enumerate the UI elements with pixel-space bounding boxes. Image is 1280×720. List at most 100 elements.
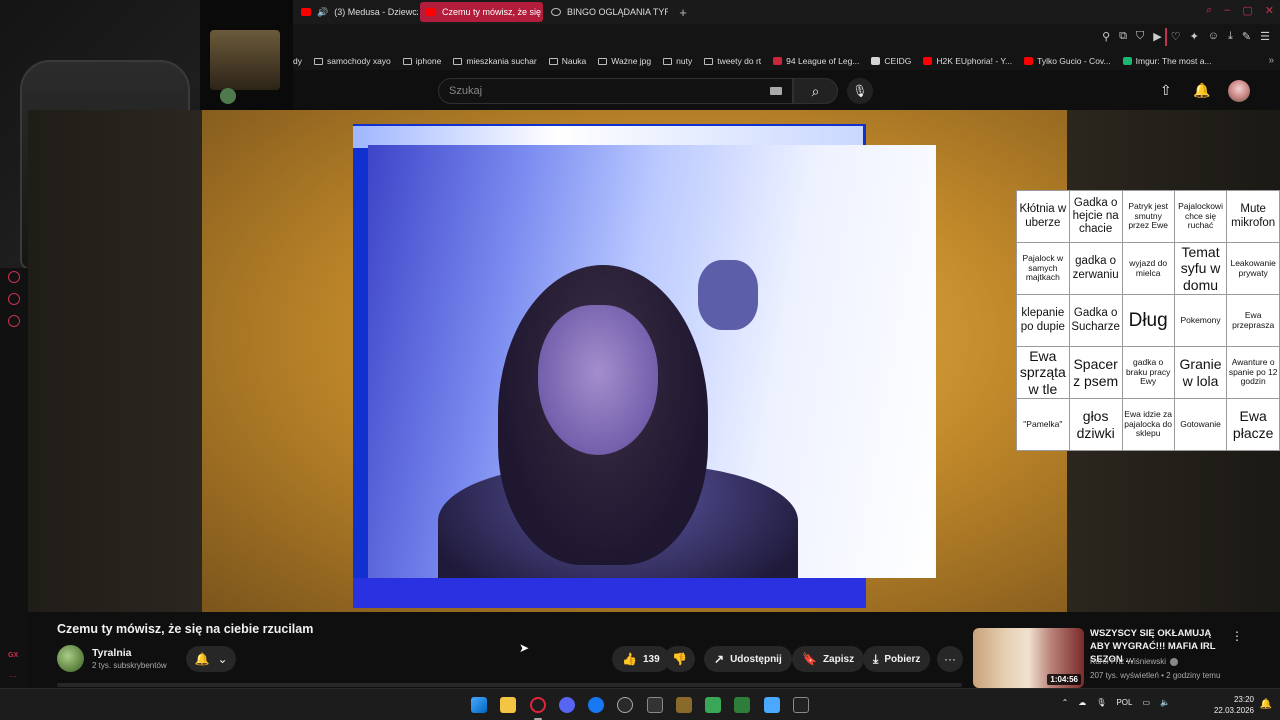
search-icon[interactable]: ⌕ (1206, 4, 1212, 17)
more-icon[interactable]: ··· (9, 672, 17, 681)
description-bar[interactable] (57, 683, 962, 687)
account-avatar[interactable] (1228, 80, 1250, 102)
notification-icon[interactable]: 🔔 (1260, 699, 1272, 710)
channel-avatar[interactable] (57, 645, 84, 672)
windows-start-icon[interactable] (471, 697, 487, 713)
download-button[interactable]: ⤓ Pobierz (863, 646, 931, 672)
bookmarks-overflow-icon[interactable]: » (1268, 55, 1274, 66)
file-explorer-icon[interactable] (500, 697, 516, 713)
bell-icon[interactable]: 🔔 (1193, 82, 1210, 99)
tab-medusa[interactable]: 🔊 (3) Medusa - Dziewcz (295, 2, 418, 22)
excel-icon[interactable] (734, 697, 750, 713)
bingo-cell: Temat syfu w domu (1173, 242, 1228, 295)
network-icon[interactable]: ▭ (1142, 698, 1150, 707)
extensions-icon[interactable]: ✦ (1190, 30, 1199, 43)
more-actions-button[interactable]: ··· (937, 646, 963, 672)
gx-label: GX (8, 652, 19, 659)
snapshot-icon[interactable]: ⧉ (1119, 30, 1127, 43)
heart-icon[interactable]: ♡ (1171, 30, 1181, 43)
voice-search-button[interactable]: 🎙 (847, 78, 873, 104)
subscription-bell-button[interactable]: 🔔 ⌄ (186, 646, 236, 672)
onedrive-icon[interactable]: ☁ (1078, 698, 1086, 707)
folder-icon (704, 57, 714, 65)
share-button[interactable]: ↗ Udostępnij (704, 646, 792, 672)
screen: 🔊 (3) Medusa - Dziewcz Czemu ty mówisz, … (0, 0, 1280, 720)
history-icon[interactable] (8, 271, 20, 283)
search-placeholder: Szukaj (449, 85, 483, 97)
maximize-icon[interactable]: ▢ (1242, 4, 1252, 17)
notepad-icon[interactable] (764, 697, 780, 713)
bookmark-item[interactable]: nuty (663, 56, 692, 66)
kebab-menu-icon[interactable]: ⋮ (1231, 629, 1243, 643)
epic-games-icon[interactable] (793, 697, 809, 713)
media-icon[interactable] (676, 697, 692, 713)
bingo-cell: Ewa idzie za pajalocka do sklepu (1121, 398, 1175, 451)
download-icon[interactable]: ⤓ (1228, 30, 1233, 43)
tab-label: Czemu ty mówisz, że się (442, 7, 542, 17)
bookmark-item[interactable]: Nauka (548, 56, 587, 66)
bookmark-label: Nauka (561, 56, 587, 66)
bookmark-item[interactable]: CEIDG (871, 56, 911, 66)
bookmark-item[interactable]: dy (293, 56, 302, 66)
clock[interactable]: 23:20 22.03.2026 (1214, 694, 1254, 716)
bookmark-item[interactable]: H2K EUphoria! - Y... (923, 56, 1012, 66)
menu-icon[interactable]: ☰ (1260, 30, 1270, 43)
bookmark-item[interactable]: 94 League of Leg... (773, 56, 859, 66)
bookmark-item[interactable]: samochody xayo (313, 56, 391, 66)
recommended-channel[interactable]: Karol Friz Wiśniewski (1090, 657, 1179, 666)
tab-current-video[interactable]: Czemu ty mówisz, że się (420, 2, 543, 22)
facebook-icon[interactable] (588, 697, 604, 713)
new-tab-button[interactable]: + (674, 3, 692, 21)
settings-icon[interactable] (8, 315, 20, 327)
folder-icon (663, 57, 673, 65)
close-icon[interactable]: ✕ (1265, 4, 1274, 17)
opera-gx-icon[interactable] (530, 697, 546, 713)
dislike-button[interactable]: 👎 (664, 646, 695, 672)
bingo-cell: klepanie po dupie (1016, 294, 1070, 347)
chevron-up-icon[interactable]: ⌃ (1062, 698, 1069, 707)
bookmark-item[interactable]: mieszkania suchar (453, 56, 537, 66)
pin-icon[interactable]: ⚲ (1102, 30, 1110, 43)
save-button[interactable]: 🔖 Zapisz (792, 646, 865, 672)
recommended-thumbnail[interactable]: 1:04:56 (973, 628, 1084, 688)
extensions-icon[interactable] (8, 293, 20, 305)
minecraft-icon[interactable] (705, 697, 721, 713)
volume-icon[interactable]: 🔈 (1160, 698, 1170, 707)
ai-icon[interactable]: ✎ (1242, 30, 1251, 43)
bookmark-item[interactable]: iphone (402, 56, 441, 66)
gx-sidebar (0, 268, 28, 688)
minimize-icon[interactable]: – (1224, 4, 1230, 17)
discord-icon[interactable] (559, 697, 575, 713)
search-input[interactable]: Szukaj (438, 78, 793, 104)
download-label: Pobierz (884, 653, 921, 665)
tab-bingo[interactable]: BINGO OGLĄDANIA TYRA (545, 2, 668, 22)
channel-name[interactable]: Tyralnia (92, 647, 132, 659)
bookmark-label: Ważne jpg (611, 56, 652, 66)
browser-toolbar: ⚲ ⧉ ⛉ ▶ ♡ ✦ ☺ ⤓ ✎ ☰ (293, 24, 1280, 52)
bookmark-item[interactable]: tweety do rt (704, 56, 761, 66)
profile-icon[interactable]: ☺ (1208, 30, 1219, 43)
video-player[interactable] (28, 110, 1095, 612)
site-favicon-icon (1122, 57, 1132, 65)
bookmark-label: dy (293, 56, 302, 66)
bookmark-item[interactable]: Ważne jpg (598, 56, 651, 66)
speaker-icon[interactable]: 🔊 (317, 7, 328, 18)
bingo-cell: Gadka o Sucharze (1068, 294, 1123, 347)
play-icon[interactable]: ▶ (1153, 30, 1161, 43)
shield-icon[interactable]: ⛉ (1136, 30, 1144, 43)
bingo-cell: gadka o braku pracy Ewy (1121, 346, 1175, 399)
bookmark-icon: 🔖 (802, 652, 817, 666)
keyboard-icon[interactable] (770, 87, 782, 95)
microphone-icon[interactable]: 🎙 (1096, 698, 1106, 707)
search-button[interactable]: ⌕ (793, 78, 838, 104)
bingo-cell: gadka o zerwaniu (1068, 242, 1123, 295)
bingo-cell: Leakowanie prywaty (1226, 242, 1280, 295)
language-indicator[interactable]: POL (1116, 698, 1132, 707)
bookmark-item[interactable]: Tylko Gucio - Cov... (1024, 56, 1111, 66)
bookmark-label: H2K EUphoria! - Y... (936, 56, 1013, 66)
upload-icon[interactable]: ⇧ (1160, 82, 1172, 99)
terminal-icon[interactable] (647, 697, 663, 713)
bookmark-item[interactable]: Imgur: The most a... (1122, 56, 1212, 66)
chrome-icon[interactable] (617, 697, 633, 713)
like-button[interactable]: 👍 139 (612, 646, 670, 672)
